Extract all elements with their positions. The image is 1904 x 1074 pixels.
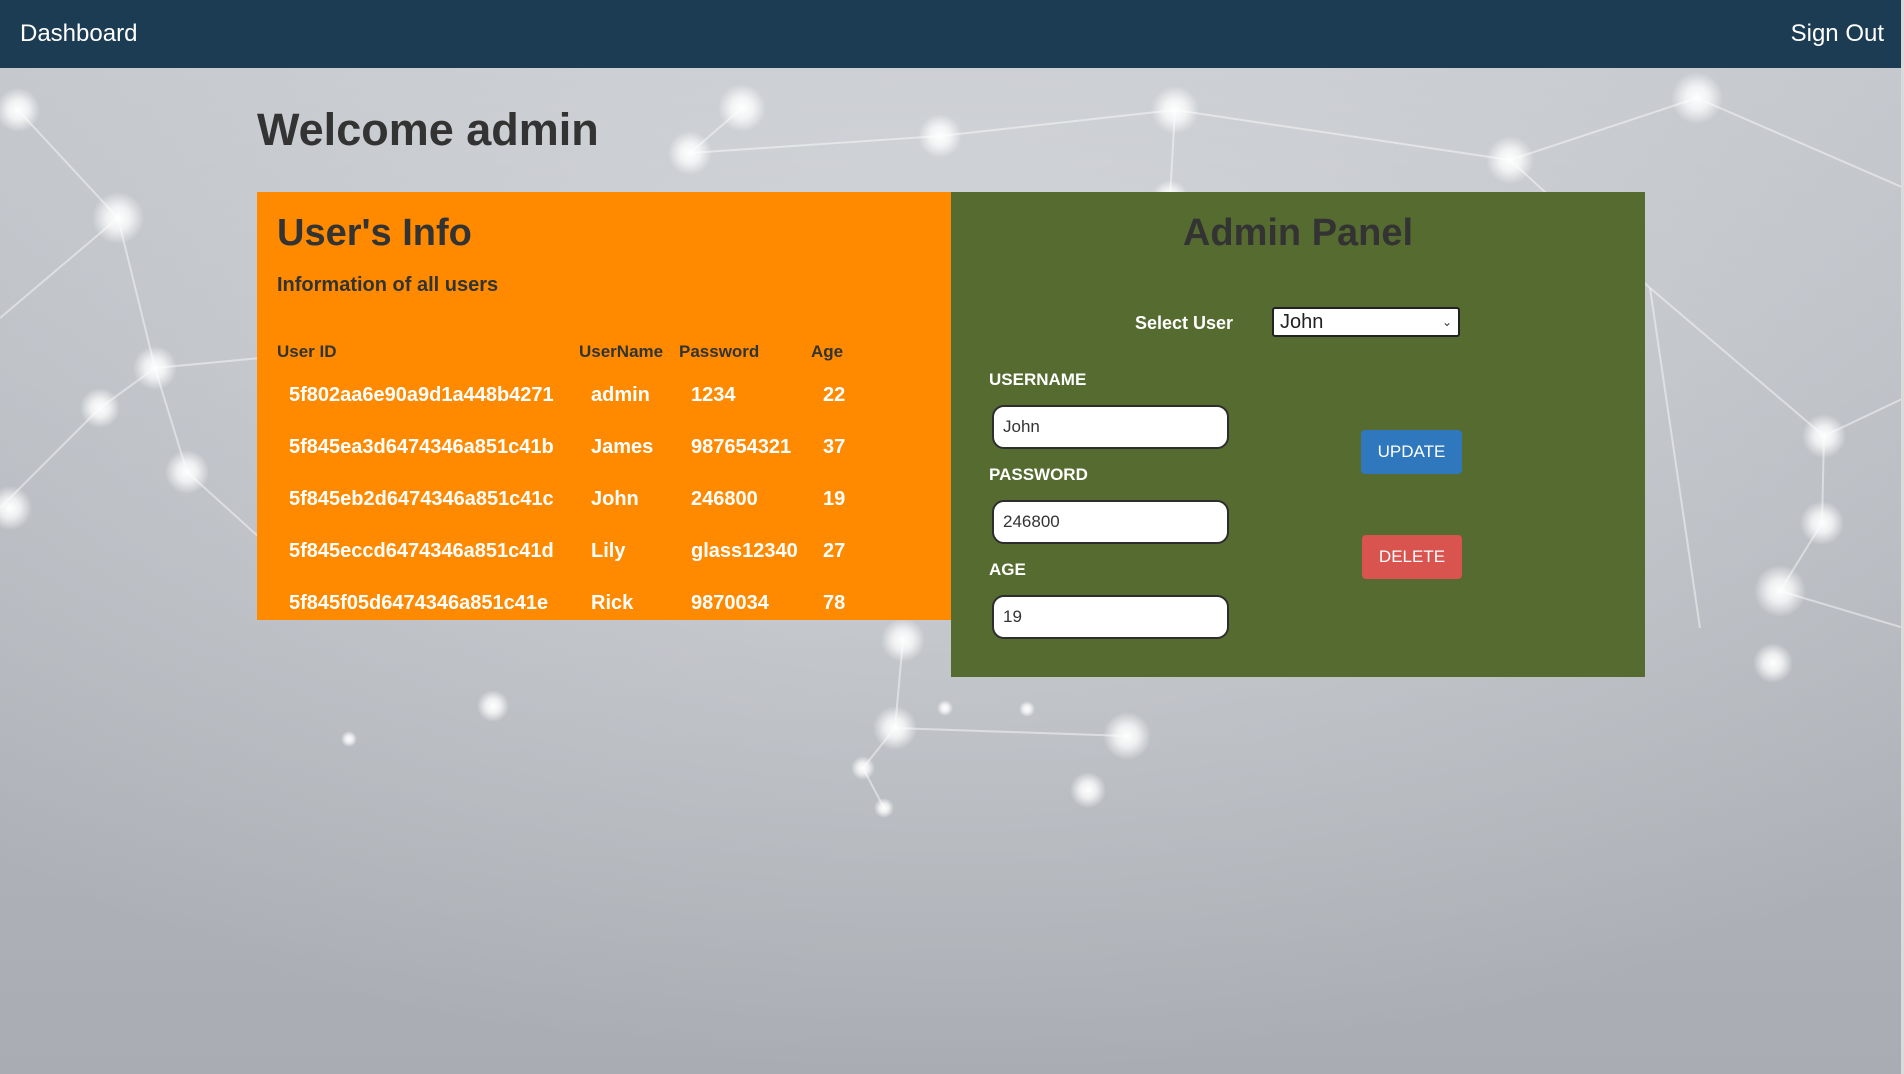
column-header-age: Age: [811, 342, 844, 361]
password-cell: 987654321: [691, 435, 792, 458]
admin-panel-title: Admin Panel: [1182, 212, 1414, 254]
user-id-cell: 5f845ea3d6474346a851c41b: [289, 435, 554, 458]
user-id-cell: 5f845eccd6474346a851c41d: [289, 539, 554, 562]
column-header-user-id: User ID: [277, 342, 337, 361]
user-id-cell: 5f802aa6e90a9d1a448b4271: [289, 383, 554, 406]
users-info-panel: User's Info Information of all users Use…: [257, 192, 951, 620]
username-label: USERNAME: [989, 370, 1087, 389]
age-cell: 19: [823, 487, 846, 510]
password-label: PASSWORD: [989, 465, 1088, 484]
users-info-subtitle: Information of all users: [277, 274, 499, 296]
column-header-password: Password: [679, 342, 760, 361]
password-cell: glass12340: [691, 539, 798, 562]
delete-button[interactable]: DELETE: [1362, 535, 1462, 579]
users-info-title: User's Info: [277, 212, 472, 254]
age-cell: 22: [823, 383, 846, 406]
password-cell: 246800: [691, 487, 758, 510]
navbar: Dashboard Sign Out: [0, 0, 1904, 68]
table-row: 5f845f05d6474346a851c41e Rick 9870034 78: [277, 577, 863, 629]
table-row: 5f845ea3d6474346a851c41b James 987654321…: [277, 421, 863, 473]
age-input[interactable]: 19: [992, 595, 1229, 639]
age-cell: 78: [823, 591, 846, 614]
admin-panel: Admin Panel Select User John ⌄ USERNAME …: [951, 192, 1645, 677]
username-cell: admin: [591, 383, 650, 406]
user-id-cell: 5f845f05d6474346a851c41e: [289, 591, 549, 614]
selected-user-value: John: [1280, 311, 1324, 333]
username-cell: Lily: [591, 539, 626, 562]
username-cell: John: [591, 487, 639, 510]
select-user-label: Select User: [1135, 313, 1234, 333]
username-cell: Rick: [591, 591, 634, 614]
age-label: AGE: [989, 560, 1026, 579]
age-cell: 37: [823, 435, 846, 458]
table-row: 5f802aa6e90a9d1a448b4271 admin 1234 22: [277, 369, 863, 421]
password-input[interactable]: 246800: [992, 500, 1229, 544]
username-input[interactable]: John: [992, 405, 1229, 449]
password-cell: 1234: [691, 383, 736, 406]
table-header-row: User ID UserName Password Age: [277, 335, 863, 369]
user-id-cell: 5f845eb2d6474346a851c41c: [289, 487, 554, 510]
update-button[interactable]: UPDATE: [1361, 430, 1462, 474]
table-row: 5f845eccd6474346a851c41d Lily glass12340…: [277, 525, 863, 577]
select-user-dropdown[interactable]: John ⌄: [1272, 307, 1460, 337]
dashboard-link[interactable]: Dashboard: [20, 0, 137, 68]
username-cell: James: [591, 435, 654, 458]
page-title: Welcome admin: [257, 104, 599, 155]
table-row: 5f845eb2d6474346a851c41c John 246800 19: [277, 473, 863, 525]
password-cell: 9870034: [691, 591, 769, 614]
users-table: User ID UserName Password Age 5f802aa6e9…: [277, 335, 863, 629]
age-cell: 27: [823, 539, 846, 562]
column-header-username: UserName: [579, 342, 664, 361]
sign-out-link[interactable]: Sign Out: [1791, 0, 1884, 68]
chevron-down-icon: ⌄: [1441, 315, 1452, 329]
